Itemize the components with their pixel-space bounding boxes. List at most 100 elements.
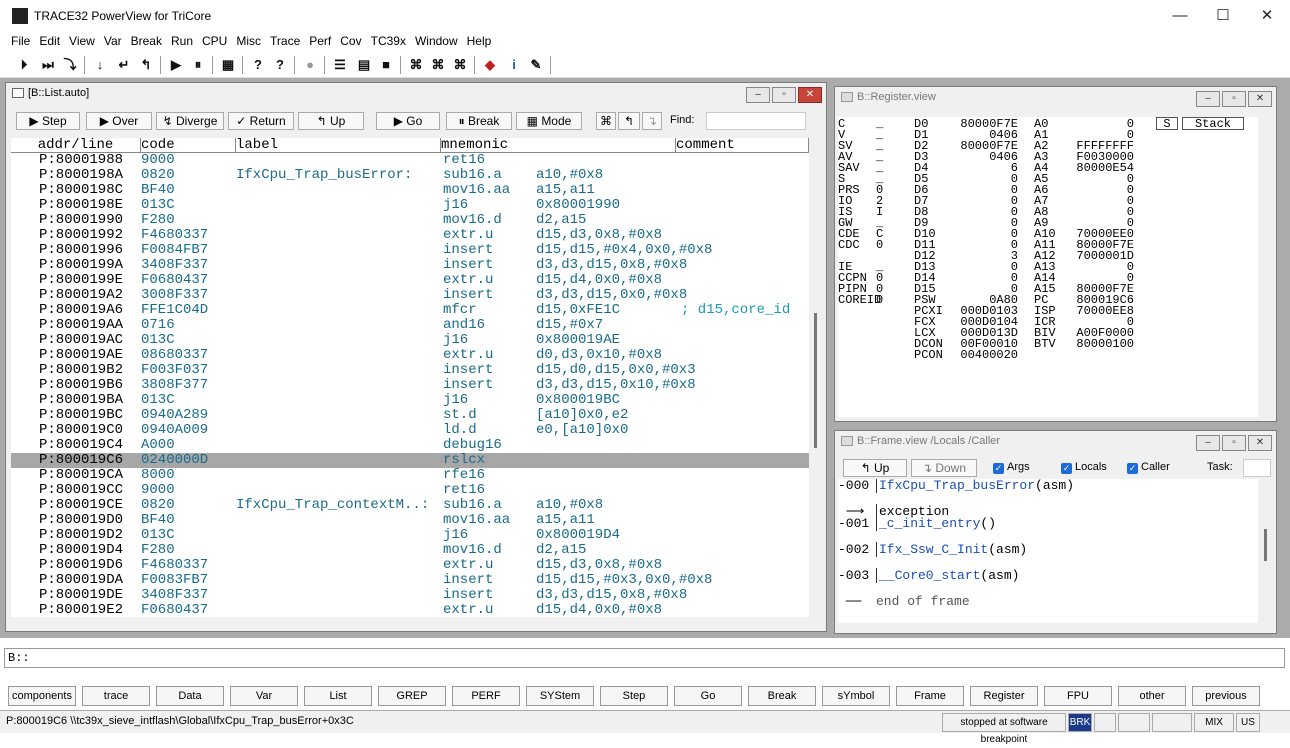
list-row[interactable]: P:800019D6 F4680337 extr.u d15,d3,0x8,#0x8 (11, 558, 809, 573)
list-row[interactable]: P:800019BC 0940A289 st.d [a10]0x0,e2 (11, 408, 809, 423)
softkey-components[interactable]: components (8, 686, 76, 706)
frame-down-button[interactable]: ↴ Down (911, 459, 977, 477)
softkey-break[interactable]: Break (748, 686, 816, 706)
step-down-icon[interactable]: ↓ (90, 56, 110, 74)
minimize-icon[interactable]: — (1157, 0, 1203, 32)
softkey-list[interactable]: List (304, 686, 372, 706)
flag-value[interactable]: 0 (876, 239, 883, 251)
menu-cpu[interactable]: CPU (197, 32, 231, 48)
up-button[interactable]: ↰ Up (298, 112, 364, 130)
list-row[interactable]: P:80001992 F4680337 extr.u d15,d3,0x8,#0x8 (11, 228, 809, 243)
col-addr[interactable]: addr/line (11, 138, 141, 153)
list-row[interactable]: P:800019B6 3808F377 insert d3,d3,d15,0x10,#… (11, 378, 809, 393)
menu-window[interactable]: Window (410, 32, 462, 48)
col-mnemonic[interactable]: mnemonic (441, 138, 676, 153)
list-row[interactable]: P:800019DE 3408F337 insert d3,d3,d15,0x8,#0… (11, 588, 809, 603)
frame-row[interactable]: -001 _c_init_entry() (838, 516, 996, 531)
register-icon[interactable]: ▤ (354, 56, 374, 74)
register-scrollbar[interactable] (1259, 117, 1273, 417)
softkey-symbol[interactable]: sYmbol (822, 686, 890, 706)
restore-icon[interactable]: ▫ (772, 87, 796, 103)
softkey-step[interactable]: Step (600, 686, 668, 706)
softkey-var[interactable]: Var (230, 686, 298, 706)
restore-icon[interactable]: ▫ (1222, 91, 1246, 107)
frame-row[interactable]: -002 Ifx_Ssw_C_Init(asm) (838, 542, 1027, 557)
list-row[interactable]: P:8000198C BF40 mov16.aa a15,a11 (11, 183, 809, 198)
diverge-icon[interactable]: ⤵ (60, 56, 80, 74)
frame-up-button[interactable]: ↰ Up (843, 459, 907, 477)
list-row[interactable]: P:8000199E F0680437 extr.u d15,d4,0x0,#0x8 (11, 273, 809, 288)
maximize-icon[interactable]: ☐ (1200, 0, 1246, 32)
list-row[interactable]: P:800019D2 013C j16 0x800019D4 (11, 528, 809, 543)
menu-run[interactable]: Run (166, 32, 197, 48)
list-row[interactable]: P:800019A6 FFE1C04D mfcr d15,0xFE1C ; d15,co… (11, 303, 809, 318)
stop-icon[interactable]: ● (300, 56, 320, 74)
list-row[interactable]: P:800019AC 013C j16 0x800019AE (11, 333, 809, 348)
list-row[interactable]: P:8000199A 3408F337 insert d3,d3,d15,0x8,#0… (11, 258, 809, 273)
return-icon[interactable]: ↵ (114, 56, 134, 74)
list-row[interactable]: P:800019AA 0716 and16 d15,#0x7 (11, 318, 809, 333)
menu-var[interactable]: Var (99, 32, 126, 48)
frame-scrollbar[interactable] (1259, 479, 1273, 629)
list-row[interactable]: P:800019CC 9000 ret16 (11, 483, 809, 498)
list-row[interactable]: P:80001996 F0084FB7 insert d15,d15,#0x4,0x0… (11, 243, 809, 258)
softkey-perf[interactable]: PERF (452, 686, 520, 706)
frame-icon[interactable]: ⌘ (596, 112, 616, 130)
frame-icon[interactable]: ⌘ (406, 56, 426, 74)
close-icon[interactable]: ✕ (1248, 91, 1272, 107)
chip-icon[interactable]: ◆ (480, 56, 500, 74)
menu-perf[interactable]: Perf (304, 32, 335, 48)
stack-button[interactable]: Stack (1182, 117, 1244, 130)
list-row[interactable]: P:800019B2 F003F037 insert d15,d0,d15,0x0,#… (11, 363, 809, 378)
go-button[interactable]: ▶ Go (376, 112, 440, 130)
list-hscrollbar[interactable] (11, 617, 823, 631)
find-input[interactable] (706, 112, 806, 130)
menu-file[interactable]: File (6, 32, 34, 48)
col-label[interactable]: label (236, 138, 441, 153)
menu-view[interactable]: View (64, 32, 99, 48)
watch-icon[interactable]: ⌘ (450, 56, 470, 74)
softkey-other[interactable]: other (1118, 686, 1186, 706)
col-code[interactable]: code (141, 138, 236, 153)
close-icon[interactable]: ✕ (1248, 435, 1272, 451)
list-scroll-thumb[interactable] (814, 313, 817, 448)
mode-button[interactable]: ▦ Mode (516, 112, 582, 130)
list-row[interactable]: P:800019BA 013C j16 0x800019BC (11, 393, 809, 408)
list-row[interactable]: P:800019C4 A000 debug16 (11, 438, 809, 453)
args-checkbox[interactable]: ✓ Args (993, 461, 1030, 474)
return-button[interactable]: ✓ Return (228, 112, 294, 130)
menu-tc39x[interactable]: TC39x (366, 32, 410, 48)
list-row[interactable]: P:800019DA F0083FB7 insert d15,d15,#0x3,0x0… (11, 573, 809, 588)
softkey-grep[interactable]: GREP (378, 686, 446, 706)
flag-value[interactable]: 0 (876, 294, 883, 306)
up-icon[interactable]: ↰ (136, 56, 156, 74)
help-icon[interactable]: ? (248, 56, 268, 74)
frame-row[interactable]: -000 IfxCpu_Trap_busError(asm) (838, 479, 1074, 493)
var-icon[interactable]: ⌘ (428, 56, 448, 74)
softkey-fpu[interactable]: FPU (1044, 686, 1112, 706)
info-icon[interactable]: i (504, 56, 524, 74)
menu-help[interactable]: Help (462, 32, 496, 48)
list-row[interactable]: P:800019E2 F0680437 extr.u d15,d4,0x0,#0x8 (11, 603, 809, 618)
menu-cov[interactable]: Cov (335, 32, 365, 48)
list-row[interactable]: P:80001990 F280 mov16.d d2,a15 (11, 213, 809, 228)
frame-row[interactable]: ── end of frame (838, 595, 970, 609)
list-row[interactable]: P:800019CA 8000 rfe16 (11, 468, 809, 483)
list-row[interactable]: P:800019D4 F280 mov16.d d2,a15 (11, 543, 809, 558)
minimize-icon[interactable]: – (1196, 91, 1220, 107)
menu-edit[interactable]: Edit (34, 32, 64, 48)
list-row[interactable]: P:800019D0 BF40 mov16.aa a15,a11 (11, 513, 809, 528)
softkey-register[interactable]: Register (970, 686, 1038, 706)
frame-row[interactable]: -003 __Core0_start(asm) (838, 568, 1019, 583)
list-row[interactable]: P:800019C6 0240000D rslcx (11, 453, 809, 468)
help-context-icon[interactable]: ? (270, 56, 290, 74)
step-over-icon[interactable]: ⏭ (38, 56, 58, 74)
minimize-icon[interactable]: – (746, 87, 770, 103)
menu-break[interactable]: Break (126, 32, 166, 48)
softkey-previous[interactable]: previous (1192, 686, 1260, 706)
break-icon[interactable]: ⏸ (188, 56, 208, 74)
list-row[interactable]: P:8000198E 013C j16 0x80001990 (11, 198, 809, 213)
task-input[interactable] (1243, 459, 1271, 477)
list-row[interactable]: P:8000198A 0820 IfxCpu_Trap_busError: sub16… (11, 168, 809, 183)
register-value[interactable]: 80000100 (1054, 338, 1134, 350)
